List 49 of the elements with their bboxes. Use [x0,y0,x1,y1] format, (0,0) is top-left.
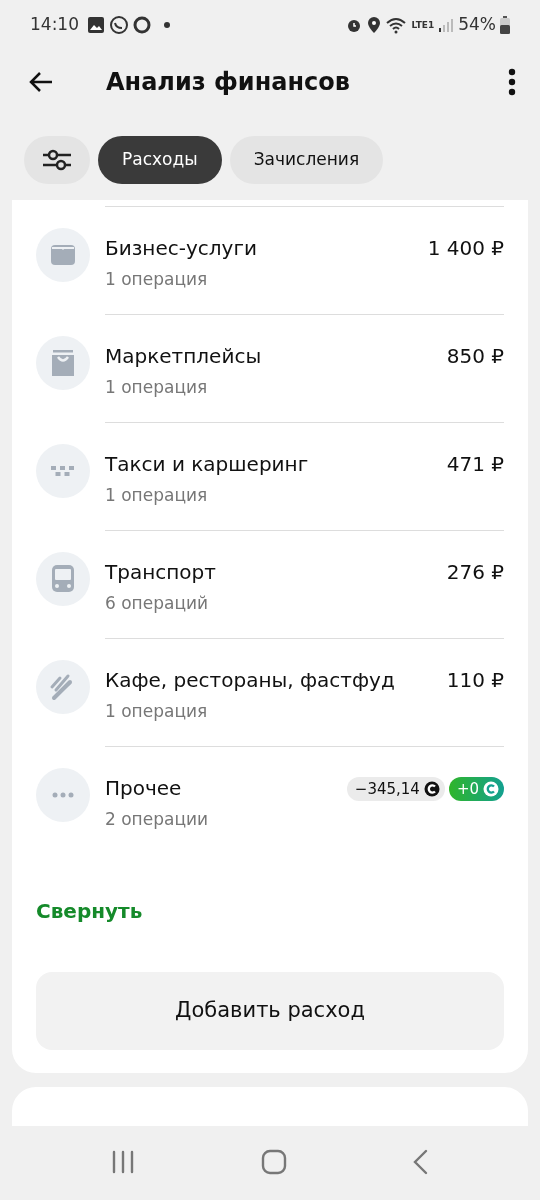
category-row[interactable]: Маркетплейсы 1 операция 850 ₽ [36,314,504,422]
category-row[interactable]: Бизнес-услуги 1 операция 1 400 ₽ [36,206,504,314]
category-amount: 1 400 ₽ [427,235,504,262]
operation-count: 1 операция [105,484,209,507]
operation-count: 6 операций [105,592,210,615]
chat-icon [109,15,129,35]
category-name: Транспорт [105,559,217,586]
operation-count: 2 операции [105,808,210,831]
category-name: Кафе, рестораны, фастфуд [105,667,396,694]
badge-text: +0 [456,778,479,800]
location-icon [367,16,382,34]
category-name: Маркетплейсы [105,343,263,370]
collapse-link[interactable]: Свернуть [36,896,143,926]
more-icon[interactable] [508,68,516,96]
wifi-icon [385,16,408,34]
home-icon[interactable] [261,1149,287,1175]
image-icon [87,16,105,34]
battery-percent: 54% [458,13,496,37]
sliders-icon [42,147,72,173]
category-amount: 276 ₽ [446,559,504,586]
filter-button[interactable] [24,136,90,184]
add-expense-button[interactable]: Добавить расход [36,972,504,1050]
battery-icon [500,16,510,34]
category-name: Прочее [105,775,183,802]
filter-tab[interactable]: Зачисления [229,136,384,184]
category-row[interactable]: Кафе, рестораны, фастфуд 1 операция 110 ₽ [36,638,504,746]
network-label: LTE1 [411,20,435,30]
operation-count: 1 операция [105,376,209,399]
category-name: Такси и каршеринг [105,451,310,478]
category-amount: 471 ₽ [446,451,504,478]
dot-icon [163,21,171,29]
page-title: Анализ финансов [106,67,350,98]
operation-count: 1 операция [105,700,209,723]
message-icon [133,16,151,34]
status-time: 14:10 [30,13,79,37]
signal-icon [438,17,455,33]
operation-count: 1 операция [105,268,209,291]
category-amount: 110 ₽ [446,667,504,694]
coin-icon [423,781,440,797]
filter-tab[interactable]: Расходы [98,136,222,184]
back-icon[interactable] [411,1149,430,1175]
category-name: Бизнес-услуги [105,235,258,262]
back-arrow-icon[interactable] [28,71,54,93]
category-row[interactable]: Транспорт 6 операций 276 ₽ [36,530,504,638]
category-row[interactable]: Прочее 2 операции −345,14 +0 [36,746,504,854]
category-amount: 850 ₽ [446,343,504,370]
badge-text: −345,14 [354,778,420,800]
coin-icon [483,781,499,797]
category-row[interactable]: Такси и каршеринг 1 операция 471 ₽ [36,422,504,530]
